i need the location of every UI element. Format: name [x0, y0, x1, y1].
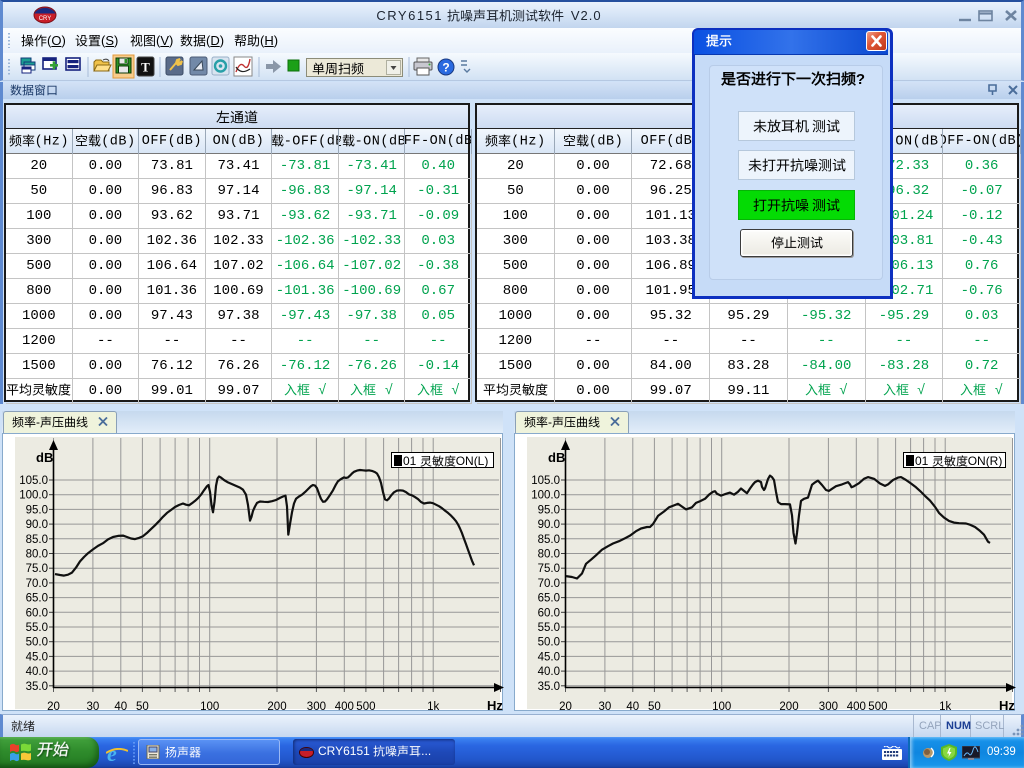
svg-text:95.0: 95.0 — [538, 504, 560, 516]
svg-text:100: 100 — [200, 701, 219, 713]
svg-text:35.0: 35.0 — [538, 681, 560, 693]
svg-text:400: 400 — [335, 701, 354, 713]
svg-text:500: 500 — [868, 701, 887, 713]
svg-text:80.0: 80.0 — [538, 549, 560, 561]
svg-text:20: 20 — [47, 701, 60, 713]
svg-text:Hz: Hz — [487, 698, 503, 713]
svg-text:200: 200 — [779, 701, 798, 713]
svg-text:20: 20 — [559, 701, 572, 713]
svg-text:60.0: 60.0 — [538, 607, 560, 619]
svg-text:70.0: 70.0 — [538, 578, 560, 590]
svg-text:70.0: 70.0 — [26, 578, 48, 590]
svg-text:500: 500 — [356, 701, 375, 713]
svg-text:400: 400 — [847, 701, 866, 713]
svg-text:90.0: 90.0 — [26, 519, 48, 531]
svg-text:90.0: 90.0 — [538, 519, 560, 531]
svg-text:50: 50 — [136, 701, 149, 713]
svg-text:Hz: Hz — [999, 698, 1015, 713]
svg-text:50: 50 — [648, 701, 661, 713]
svg-text:1k: 1k — [427, 701, 439, 713]
svg-text:?: ? — [442, 61, 449, 75]
svg-text:30: 30 — [599, 701, 612, 713]
svg-text:95.0: 95.0 — [26, 504, 48, 516]
svg-text:35.0: 35.0 — [26, 681, 48, 693]
svg-text:dB: dB — [36, 450, 53, 465]
svg-text:100.0: 100.0 — [531, 490, 560, 502]
svg-text:300: 300 — [819, 701, 838, 713]
svg-text:65.0: 65.0 — [26, 593, 48, 605]
svg-text:75.0: 75.0 — [538, 563, 560, 575]
svg-text:40.0: 40.0 — [538, 666, 560, 678]
svg-text:40: 40 — [626, 701, 639, 713]
svg-text:100.0: 100.0 — [19, 490, 48, 502]
svg-text:200: 200 — [267, 701, 286, 713]
svg-text:65.0: 65.0 — [538, 593, 560, 605]
svg-text:100: 100 — [712, 701, 731, 713]
svg-text:80.0: 80.0 — [26, 549, 48, 561]
svg-text:40.0: 40.0 — [26, 666, 48, 678]
svg-text:50.0: 50.0 — [538, 637, 560, 649]
svg-text:300: 300 — [307, 701, 326, 713]
svg-text:30: 30 — [87, 701, 100, 713]
svg-text:105.0: 105.0 — [531, 475, 560, 487]
svg-text:75.0: 75.0 — [26, 563, 48, 575]
svg-text:dB: dB — [548, 450, 565, 465]
svg-text:1k: 1k — [939, 701, 951, 713]
svg-text:85.0: 85.0 — [26, 534, 48, 546]
svg-text:40: 40 — [114, 701, 127, 713]
svg-text:105.0: 105.0 — [19, 475, 48, 487]
svg-text:85.0: 85.0 — [538, 534, 560, 546]
svg-text:45.0: 45.0 — [26, 651, 48, 663]
svg-text:55.0: 55.0 — [26, 622, 48, 634]
svg-text:55.0: 55.0 — [538, 622, 560, 634]
svg-text:60.0: 60.0 — [26, 607, 48, 619]
svg-text:45.0: 45.0 — [538, 651, 560, 663]
svg-text:50.0: 50.0 — [26, 637, 48, 649]
